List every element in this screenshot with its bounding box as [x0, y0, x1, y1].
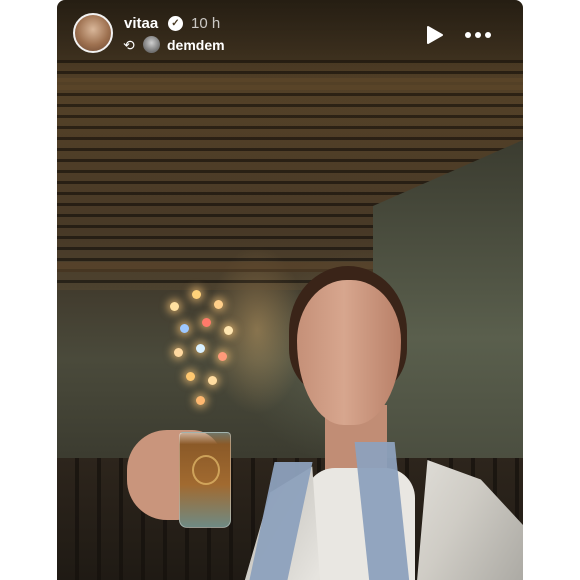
avatar[interactable]	[73, 13, 113, 53]
more-options-button[interactable]	[463, 24, 493, 46]
username[interactable]: vitaa	[124, 15, 158, 32]
story-viewer[interactable]: vitaa ✓ 10 h ⟲ demdem	[57, 0, 523, 580]
face	[297, 280, 401, 425]
play-button[interactable]	[423, 24, 445, 46]
more-options-icon	[465, 32, 491, 38]
chandelier	[162, 280, 242, 410]
time-ago: 10 h	[191, 15, 221, 32]
play-icon	[427, 26, 443, 44]
glass-decoration	[192, 455, 220, 485]
reposted-from-username[interactable]: demdem	[167, 37, 225, 53]
repost-icon: ⟲	[123, 37, 135, 53]
repost-avatar[interactable]	[143, 36, 160, 53]
verified-badge-icon: ✓	[168, 16, 183, 31]
